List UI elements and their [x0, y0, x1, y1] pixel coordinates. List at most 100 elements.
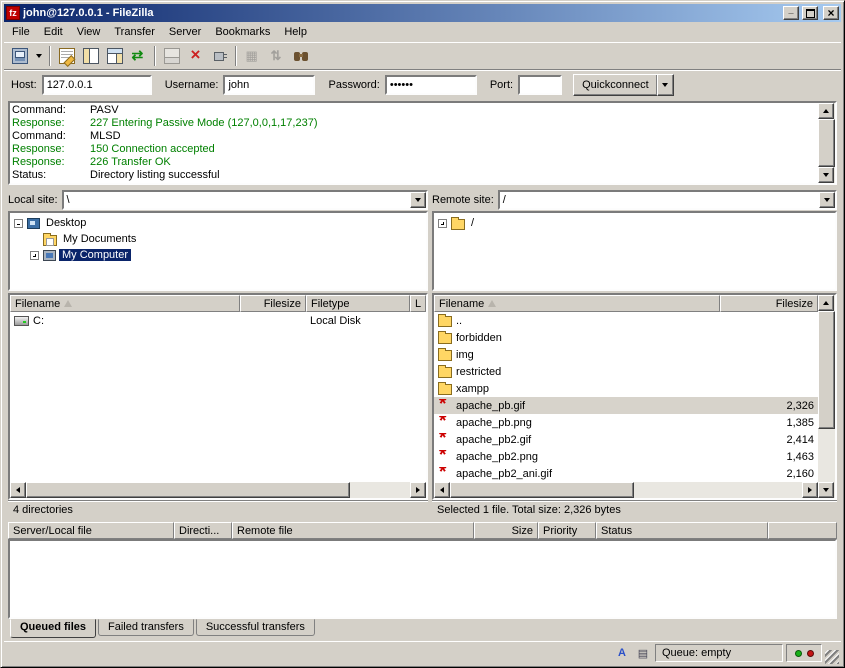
scrollbar-thumb[interactable]: [450, 482, 634, 498]
username-input[interactable]: [223, 75, 315, 95]
combo-dropdown-button[interactable]: [819, 192, 835, 208]
scroll-up-button[interactable]: [818, 295, 834, 311]
minimize-button[interactable]: [783, 6, 799, 20]
chevron-down-icon: [824, 198, 830, 202]
cancel-button[interactable]: [184, 45, 207, 67]
scroll-left-button[interactable]: [10, 482, 26, 498]
message-log-lines[interactable]: Command:PASV Response:227 Entering Passi…: [10, 103, 818, 183]
column-header-filename[interactable]: Filename: [434, 295, 720, 312]
tab-queued-files[interactable]: Queued files: [10, 619, 96, 638]
tree-item-my-documents[interactable]: My Documents: [10, 231, 426, 247]
menu-file[interactable]: File: [5, 24, 37, 40]
tree-item-my-computer[interactable]: My Computer: [10, 247, 426, 263]
column-header-last-modified[interactable]: L: [410, 295, 426, 312]
remote-file-list: Filename Filesize .. forbidden: [432, 293, 837, 500]
column-header-remote-file[interactable]: Remote file: [232, 522, 474, 539]
title-bar[interactable]: john@127.0.0.1 - FileZilla: [4, 4, 841, 22]
tab-failed-transfers[interactable]: Failed transfers: [98, 619, 194, 636]
local-horizontal-scrollbar[interactable]: [10, 482, 426, 498]
remote-file-row[interactable]: apache_pb.png 1,385: [434, 414, 818, 431]
menu-bookmarks[interactable]: Bookmarks: [208, 24, 277, 40]
keyboard-indicator-icon[interactable]: [634, 645, 652, 661]
column-header-size[interactable]: Size: [474, 522, 538, 539]
remote-file-row[interactable]: apache_pb2.png 1,463: [434, 448, 818, 465]
remote-file-rows[interactable]: .. forbidden img: [434, 312, 818, 482]
menu-transfer[interactable]: Transfer: [107, 24, 162, 40]
directory-comparison-icon: [245, 48, 261, 64]
column-header-direction[interactable]: Directi...: [174, 522, 232, 539]
combo-dropdown-button[interactable]: [410, 192, 426, 208]
tree-item-desktop[interactable]: Desktop: [10, 215, 426, 231]
local-file-row[interactable]: C: Local Disk: [10, 312, 426, 329]
local-site-label: Local site:: [8, 194, 58, 206]
column-header-filetype[interactable]: Filetype: [306, 295, 410, 312]
tree-item-root[interactable]: /: [434, 215, 835, 231]
scrollbar-thumb[interactable]: [818, 311, 835, 429]
find-files-button[interactable]: [289, 45, 312, 67]
quickconnect-dropdown-button[interactable]: [657, 74, 674, 96]
menu-view[interactable]: View: [70, 24, 108, 40]
transfer-type-indicator-icon[interactable]: [613, 645, 631, 661]
toolbar: [4, 42, 841, 69]
scrollbar-thumb[interactable]: [26, 482, 350, 498]
remote-file-row[interactable]: apache_pb2.gif 2,414: [434, 431, 818, 448]
scrollbar-thumb[interactable]: [818, 119, 835, 167]
remote-file-row-selected[interactable]: apache_pb.gif 2,326: [434, 397, 818, 414]
local-site-combo[interactable]: \: [62, 190, 428, 210]
maximize-button[interactable]: [802, 6, 818, 20]
port-input[interactable]: [518, 75, 562, 95]
local-directory-tree[interactable]: Desktop My Documents My Computer: [8, 211, 428, 291]
remote-file-row[interactable]: ..: [434, 312, 818, 329]
column-header-priority[interactable]: Priority: [538, 522, 596, 539]
close-button[interactable]: [823, 6, 839, 20]
scroll-right-button[interactable]: [802, 482, 818, 498]
remote-vertical-scrollbar[interactable]: [818, 295, 835, 498]
disconnect-button[interactable]: [208, 45, 231, 67]
scroll-down-button[interactable]: [818, 482, 834, 498]
scroll-down-button[interactable]: [818, 167, 834, 183]
scroll-left-button[interactable]: [434, 482, 450, 498]
collapse-icon[interactable]: [14, 219, 23, 228]
remote-file-row[interactable]: restricted: [434, 363, 818, 380]
host-input[interactable]: [42, 75, 152, 95]
queue-status: Queue: empty: [655, 644, 783, 662]
menu-server[interactable]: Server: [162, 24, 208, 40]
column-header-filesize[interactable]: Filesize: [240, 295, 306, 312]
scroll-up-button[interactable]: [818, 103, 834, 119]
remote-file-row[interactable]: img: [434, 346, 818, 363]
menu-edit[interactable]: Edit: [37, 24, 70, 40]
menu-help[interactable]: Help: [277, 24, 314, 40]
remote-site-combo[interactable]: /: [498, 190, 837, 210]
column-header-server-local-file[interactable]: Server/Local file: [8, 522, 174, 539]
disconnect-icon: [212, 48, 228, 64]
local-file-rows[interactable]: C: Local Disk: [10, 312, 426, 482]
process-queue-button[interactable]: [160, 45, 183, 67]
remote-file-row[interactable]: xampp: [434, 380, 818, 397]
directory-comparison-button[interactable]: [241, 45, 264, 67]
remote-horizontal-scrollbar[interactable]: [434, 482, 818, 498]
site-manager-button[interactable]: [8, 45, 31, 67]
column-header-filename[interactable]: Filename: [10, 295, 240, 312]
file-name: forbidden: [456, 332, 502, 344]
password-input[interactable]: [385, 75, 477, 95]
expand-icon[interactable]: [30, 251, 39, 260]
log-scrollbar[interactable]: [818, 103, 835, 183]
scroll-right-button[interactable]: [410, 482, 426, 498]
remote-file-row[interactable]: forbidden: [434, 329, 818, 346]
toggle-local-tree-button[interactable]: [79, 45, 102, 67]
column-header-filesize[interactable]: Filesize: [720, 295, 818, 312]
column-header-status[interactable]: Status: [596, 522, 768, 539]
toggle-message-log-button[interactable]: [55, 45, 78, 67]
site-manager-dropdown-button[interactable]: [32, 45, 45, 67]
refresh-button[interactable]: [127, 45, 150, 67]
queue-list[interactable]: [8, 539, 837, 619]
resize-grip[interactable]: [825, 650, 839, 664]
synchronized-browsing-button[interactable]: [265, 45, 288, 67]
remote-directory-tree[interactable]: /: [432, 211, 837, 291]
tab-successful-transfers[interactable]: Successful transfers: [196, 619, 315, 636]
expand-icon[interactable]: [438, 219, 447, 228]
quickconnect-button[interactable]: Quickconnect: [573, 74, 658, 96]
remote-file-row[interactable]: apache_pb2_ani.gif 2,160: [434, 465, 818, 482]
toggle-remote-tree-button[interactable]: [103, 45, 126, 67]
tree-item-label: My Documents: [60, 233, 139, 245]
